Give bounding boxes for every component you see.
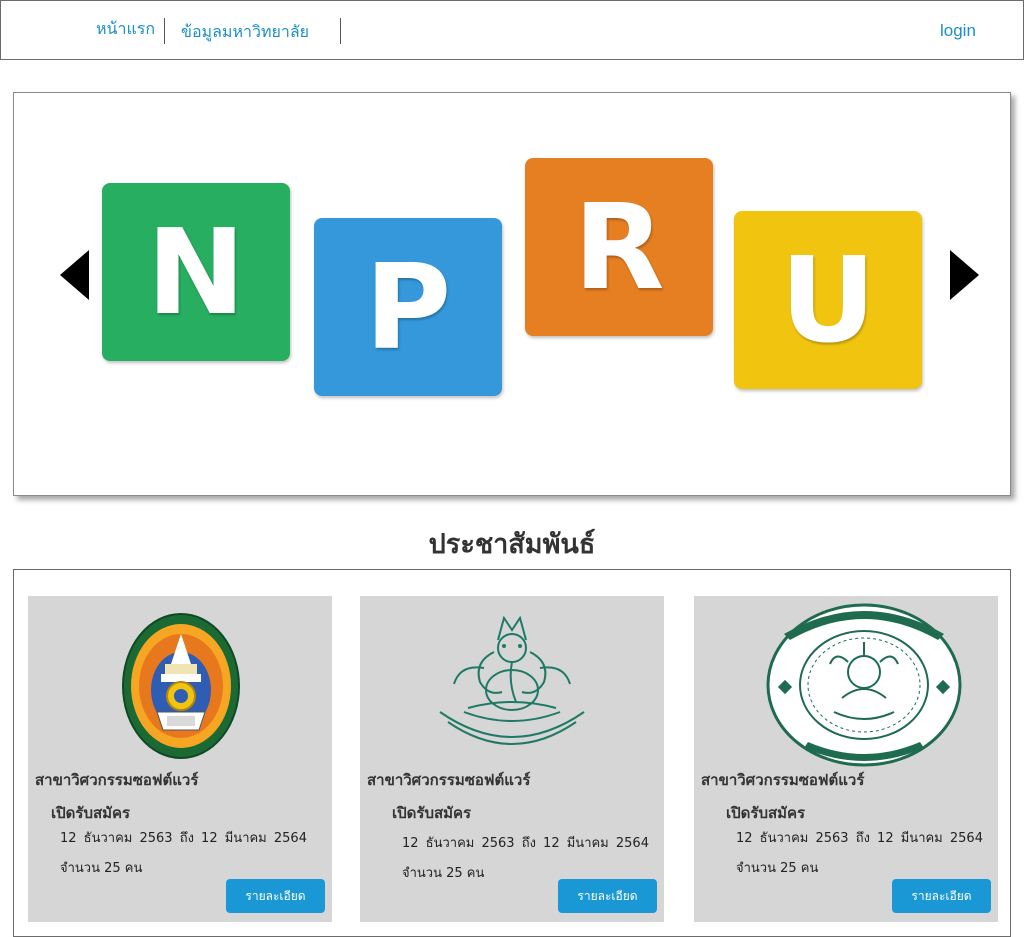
- news-card: สาขาวิศวกรรมซอฟต์แวร์ เปิดรับสมัคร 12 ธั…: [360, 596, 664, 922]
- logo-letter: N: [146, 203, 246, 341]
- card-status: เปิดรับสมัคร: [392, 804, 472, 822]
- nav-home-link[interactable]: หน้าแรก: [96, 0, 155, 59]
- card-date-range: 12 ธันวาคม 2563 ถึง 12 มีนาคม 2564: [60, 831, 307, 846]
- details-button[interactable]: รายละเอียด: [558, 879, 657, 913]
- banner-carousel: N P R U: [13, 92, 1011, 496]
- card-seat-count: จำนวน 25 คน: [402, 866, 485, 881]
- card-date-range: 12 ธันวาคม 2563 ถึง 12 มีนาคม 2564: [402, 836, 649, 851]
- logo-letter: U: [780, 231, 876, 369]
- card-seat-count: จำนวน 25 คน: [60, 861, 143, 876]
- news-card: สาขาวิศวกรรมซอฟต์แวร์ เปิดรับสมัคร 12 ธั…: [28, 596, 332, 922]
- details-button[interactable]: รายละเอียด: [226, 879, 325, 913]
- kasetsart-university-seal-icon: [766, 603, 962, 767]
- nav-divider: [340, 18, 341, 44]
- nakhon-pathom-rajabhat-seal-icon: [122, 613, 240, 759]
- card-date-range: 12 ธันวาคม 2563 ถึง 12 มีนาคม 2564: [736, 831, 983, 846]
- logo-letter: R: [573, 178, 665, 316]
- logo-tile-r: R: [525, 158, 713, 336]
- logo-tile-u: U: [734, 211, 922, 389]
- top-navigation: หน้าแรก ข้อมูลมหาวิทยาลัย login: [0, 0, 1024, 60]
- card-title: สาขาวิศวกรรมซอฟต์แวร์: [701, 771, 865, 789]
- carousel-prev-arrow-icon[interactable]: [60, 250, 89, 300]
- card-seat-count: จำนวน 25 คน: [736, 861, 819, 876]
- login-link[interactable]: login: [940, 1, 976, 61]
- details-button[interactable]: รายละเอียด: [892, 879, 991, 913]
- logo-tile-p: P: [314, 218, 502, 396]
- logo-tile-n: N: [102, 183, 290, 361]
- news-card: สาขาวิศวกรรมซอฟต์แวร์ เปิดรับสมัคร 12 ธั…: [694, 596, 998, 922]
- logo-letter: P: [364, 238, 452, 376]
- section-title: ประชาสัมพันธ์: [428, 529, 596, 560]
- nav-university-info-link[interactable]: ข้อมูลมหาวิทยาลัย: [181, 2, 309, 62]
- card-title: สาขาวิศวกรรมซอฟต์แวร์: [35, 771, 199, 789]
- carousel-next-arrow-icon[interactable]: [950, 250, 979, 300]
- news-panel: สาขาวิศวกรรมซอฟต์แวร์ เปิดรับสมัคร 12 ธั…: [13, 569, 1011, 937]
- card-title: สาขาวิศวกรรมซอฟต์แวร์: [367, 771, 531, 789]
- nav-divider: [164, 18, 165, 44]
- card-status: เปิดรับสมัคร: [726, 804, 806, 822]
- card-status: เปิดรับสมัคร: [51, 804, 131, 822]
- silpakorn-university-seal-icon: [439, 615, 585, 745]
